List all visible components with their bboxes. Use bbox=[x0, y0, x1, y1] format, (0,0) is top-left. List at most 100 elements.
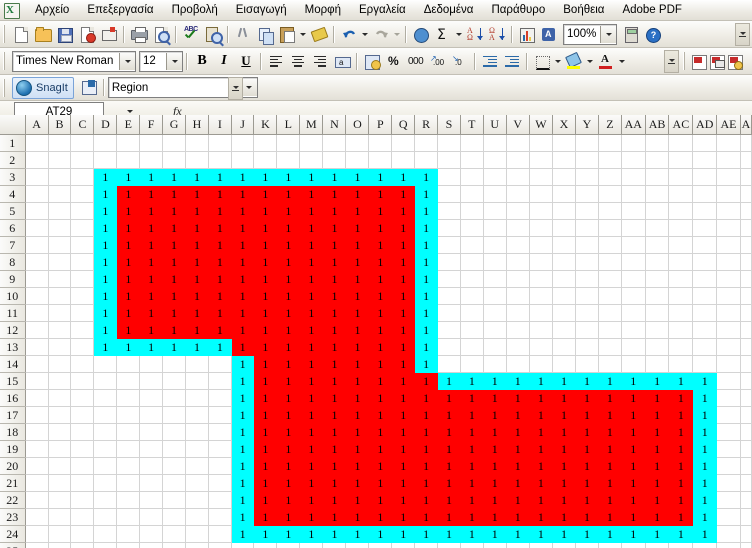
cell-H14[interactable] bbox=[185, 355, 209, 373]
cell-O7[interactable]: 1 bbox=[345, 236, 370, 254]
cell-U22[interactable]: 1 bbox=[483, 491, 507, 509]
cell-B22[interactable] bbox=[48, 491, 72, 509]
cell-Q7[interactable]: 1 bbox=[391, 236, 416, 254]
cell-E24[interactable] bbox=[116, 525, 141, 543]
cell-I23[interactable] bbox=[208, 508, 232, 526]
cell-AA23[interactable]: 1 bbox=[621, 508, 646, 526]
cell-G16[interactable] bbox=[162, 389, 187, 407]
cell-X23[interactable]: 1 bbox=[552, 508, 576, 526]
sort-descending-icon[interactable]: ΩA bbox=[486, 23, 508, 45]
cell-D17[interactable] bbox=[93, 406, 118, 424]
cell-M14[interactable]: 1 bbox=[299, 355, 324, 373]
cell-T9[interactable] bbox=[460, 270, 484, 288]
cell-A20[interactable] bbox=[740, 457, 752, 475]
cell-Z20[interactable]: 1 bbox=[598, 457, 622, 475]
cell-G14[interactable] bbox=[162, 355, 187, 373]
cell-A4[interactable] bbox=[740, 185, 752, 203]
cell-E5[interactable]: 1 bbox=[116, 202, 141, 220]
font-size-dropdown-icon[interactable] bbox=[166, 52, 182, 70]
cell-L1[interactable] bbox=[276, 134, 301, 152]
cell-AD3[interactable] bbox=[692, 168, 718, 186]
cell-AB8[interactable] bbox=[645, 253, 670, 271]
cell-AB25[interactable] bbox=[645, 542, 670, 548]
fill-color-icon[interactable] bbox=[563, 50, 585, 72]
cell-AB22[interactable]: 1 bbox=[645, 491, 670, 509]
cell-V9[interactable] bbox=[506, 270, 530, 288]
cell-Y15[interactable]: 1 bbox=[575, 372, 599, 390]
cell-C20[interactable] bbox=[70, 457, 95, 475]
cell-P14[interactable]: 1 bbox=[368, 355, 393, 373]
cell-J22[interactable]: 1 bbox=[231, 491, 255, 509]
cell-AD9[interactable] bbox=[692, 270, 718, 288]
cell-G2[interactable] bbox=[162, 151, 187, 169]
cell-E7[interactable]: 1 bbox=[116, 236, 141, 254]
cell-C10[interactable] bbox=[70, 287, 95, 305]
cell-O6[interactable]: 1 bbox=[345, 219, 370, 237]
cell-AD12[interactable] bbox=[692, 321, 718, 339]
cell-O20[interactable]: 1 bbox=[345, 457, 370, 475]
cell-B10[interactable] bbox=[48, 287, 72, 305]
cell-AD20[interactable]: 1 bbox=[692, 457, 718, 475]
cell-AB13[interactable] bbox=[645, 338, 670, 356]
save-disk-icon[interactable] bbox=[54, 23, 76, 45]
redo-dropdown-icon[interactable] bbox=[392, 23, 402, 45]
cell-AE21[interactable] bbox=[716, 474, 741, 492]
cell-P22[interactable]: 1 bbox=[368, 491, 393, 509]
help-icon[interactable]: ? bbox=[642, 23, 664, 45]
cell-Z7[interactable] bbox=[598, 236, 622, 254]
cell-C9[interactable] bbox=[70, 270, 95, 288]
cell-N22[interactable]: 1 bbox=[322, 491, 347, 509]
cell-AE14[interactable] bbox=[716, 355, 741, 373]
row-header-24[interactable]: 24 bbox=[0, 525, 26, 543]
cell-Y8[interactable] bbox=[575, 253, 599, 271]
paste-dropdown-icon[interactable] bbox=[298, 23, 308, 45]
cell-M12[interactable]: 1 bbox=[299, 321, 324, 339]
cell-H20[interactable] bbox=[185, 457, 209, 475]
cell-AC2[interactable] bbox=[668, 151, 694, 169]
cell-AC25[interactable] bbox=[668, 542, 694, 548]
row-header-16[interactable]: 16 bbox=[0, 389, 26, 407]
cell-D14[interactable] bbox=[93, 355, 118, 373]
cell-A22[interactable] bbox=[740, 491, 752, 509]
hyperlink-icon[interactable] bbox=[410, 23, 432, 45]
cell-W23[interactable]: 1 bbox=[529, 508, 553, 526]
column-header-M[interactable]: M bbox=[299, 115, 324, 135]
menu-data[interactable]: Δεδομένα bbox=[415, 2, 483, 18]
cell-A13[interactable] bbox=[740, 338, 752, 356]
cell-Z17[interactable]: 1 bbox=[598, 406, 622, 424]
pdf-toolbar-grip[interactable] bbox=[683, 52, 687, 70]
cell-J23[interactable]: 1 bbox=[231, 508, 255, 526]
cell-X18[interactable]: 1 bbox=[552, 423, 576, 441]
cell-S3[interactable] bbox=[437, 168, 461, 186]
cell-W25[interactable] bbox=[529, 542, 553, 548]
cell-R13[interactable]: 1 bbox=[414, 338, 439, 356]
cell-Y13[interactable] bbox=[575, 338, 599, 356]
column-header-O[interactable]: O bbox=[345, 115, 370, 135]
cell-AB18[interactable]: 1 bbox=[645, 423, 670, 441]
cell-H22[interactable] bbox=[185, 491, 209, 509]
fill-color-dropdown-icon[interactable] bbox=[585, 50, 595, 72]
column-header-F[interactable]: F bbox=[139, 115, 164, 135]
column-header-L[interactable]: L bbox=[276, 115, 301, 135]
cell-L13[interactable]: 1 bbox=[276, 338, 301, 356]
cell-A15[interactable] bbox=[740, 372, 752, 390]
cell-Q14[interactable]: 1 bbox=[391, 355, 416, 373]
cell-B8[interactable] bbox=[48, 253, 72, 271]
cell-AD25[interactable] bbox=[692, 542, 718, 548]
cell-E18[interactable] bbox=[116, 423, 141, 441]
cell-Q3[interactable]: 1 bbox=[391, 168, 416, 186]
cell-T15[interactable]: 1 bbox=[460, 372, 484, 390]
cell-AE1[interactable] bbox=[716, 134, 741, 152]
cell-M4[interactable]: 1 bbox=[299, 185, 324, 203]
row-header-10[interactable]: 10 bbox=[0, 287, 26, 305]
cell-AE6[interactable] bbox=[716, 219, 741, 237]
cell-R1[interactable] bbox=[414, 134, 439, 152]
snagit-capture-button[interactable]: SnagIt bbox=[12, 76, 74, 99]
cell-X21[interactable]: 1 bbox=[552, 474, 576, 492]
cell-AA22[interactable]: 1 bbox=[621, 491, 646, 509]
cell-K5[interactable]: 1 bbox=[253, 202, 278, 220]
cell-AA9[interactable] bbox=[621, 270, 646, 288]
cell-B19[interactable] bbox=[48, 440, 72, 458]
cell-AE23[interactable] bbox=[716, 508, 741, 526]
cell-S5[interactable] bbox=[437, 202, 461, 220]
